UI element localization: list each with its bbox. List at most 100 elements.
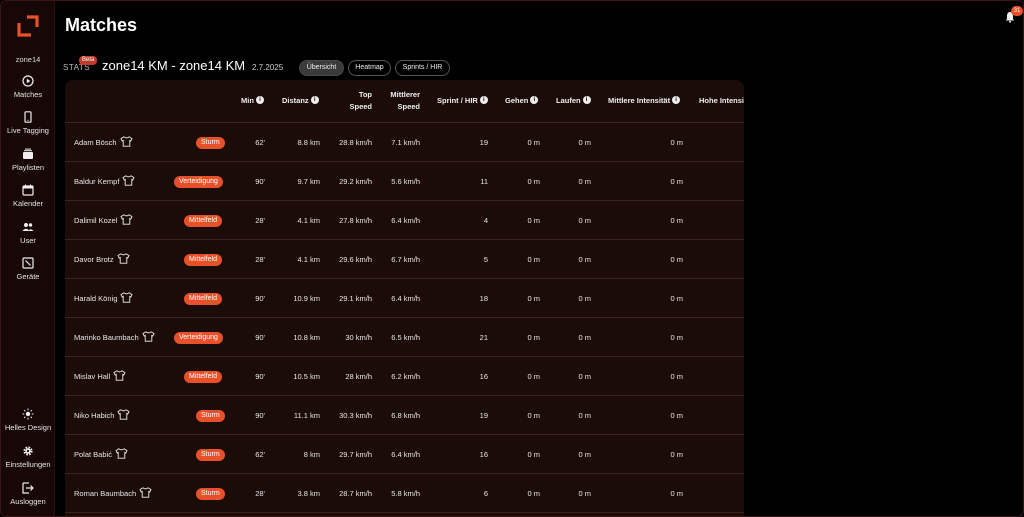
table-row[interactable]: Davor Brotz Mittelfeld 28' 4.1 km 29.6 km/h 6… (65, 240, 744, 279)
player-name[interactable]: Harald König (74, 279, 133, 318)
table-row[interactable]: Polat Babić Sturm 62' 8 km 29.7 km/h 6.4 km/h… (65, 435, 744, 474)
cell-gehen: 0 m (527, 489, 540, 498)
sidebar: zone14 Matches Live Tagging Playlisten K… (1, 1, 55, 516)
cell-distanz: 8 km (303, 450, 320, 459)
info-icon[interactable]: i (255, 96, 264, 104)
player-name-text: Davor Brotz (74, 255, 114, 264)
sidebar-item-ausloggen[interactable]: Ausloggen (1, 482, 55, 506)
column-header-gehen[interactable]: Gehen i (505, 95, 539, 107)
jersey-icon (139, 487, 152, 498)
match-title: zone14 KM - zone14 KM (102, 58, 246, 73)
table-row[interactable]: Harald König Mittelfeld 90' 10.9 km 29.1 km/… (65, 279, 744, 318)
table-row[interactable]: Baldur Kempf Verteidigung 90' 9.7 km 29.2 km… (65, 162, 744, 201)
sidebar-item-label: Playlisten (11, 163, 45, 172)
sidebar-item-geraete[interactable]: Geräte (1, 257, 55, 281)
player-name-text: Harald König (74, 294, 118, 303)
cell-mittlerer-speed: 6.4 km/h (391, 450, 420, 459)
player-name-text: Roman Baumbach (74, 489, 137, 498)
app-window: zone14 Matches Live Tagging Playlisten K… (0, 0, 1024, 517)
page-title: Matches (65, 15, 138, 35)
cell-top-speed: 28 km/h (345, 372, 372, 381)
cell-laufen: 0 m (578, 294, 591, 303)
player-name[interactable]: Marinko Baumbach (74, 318, 155, 357)
cell-distanz: 8.8 km (297, 138, 320, 147)
position-badge: Mittelfeld (184, 371, 223, 383)
tab-heatmap[interactable]: Heatmap (348, 60, 391, 76)
jersey-icon (119, 136, 133, 147)
sidebar-item-label: User (20, 236, 36, 245)
column-label-line2: Speed (349, 102, 372, 111)
column-header-min[interactable]: Min i (241, 95, 264, 107)
sidebar-item-playlisten[interactable]: Playlisten (1, 148, 55, 172)
cell-mittlere-intensitaet: 0 m (670, 138, 683, 147)
player-name[interactable]: Baldur Kempf (74, 162, 136, 201)
player-name[interactable]: Dalimil Kozel (74, 201, 133, 240)
cell-top-speed: 28.7 km/h (339, 489, 372, 498)
info-icon[interactable]: i (582, 96, 591, 104)
cell-distanz: 11.1 km (293, 411, 320, 420)
player-name[interactable]: Polat Babić (74, 435, 128, 474)
table-row[interactable]: Niko Habich Sturm 90' 11.1 km 30.3 km/h 6.8 k… (65, 396, 744, 435)
player-name-text: Mislav Hall (74, 372, 111, 381)
cell-top-speed: 28.8 km/h (339, 138, 372, 147)
jersey-icon (120, 292, 133, 303)
sidebar-item-kalender[interactable]: Kalender (1, 184, 55, 208)
info-icon[interactable]: i (310, 96, 319, 104)
column-label-line2: Speed (397, 102, 420, 111)
table-row[interactable]: Mislav Hall Mittelfeld 90' 10.5 km 28 km/h 6.… (65, 357, 744, 396)
cell-min: 90' (255, 294, 265, 303)
position-badge: Verteidigung (174, 332, 223, 344)
table-row[interactable]: Roman Baumbach Sturm 28' 3.8 km 28.7 km/h 5.8… (65, 474, 744, 513)
column-header-hohe-intensitaet[interactable]: Hohe Intensi (699, 95, 744, 107)
sidebar-item-matches[interactable]: Matches (1, 75, 55, 99)
jersey-icon (122, 175, 136, 186)
column-header-sprint-hir[interactable]: Sprint / HIR i (437, 95, 488, 107)
table-row[interactable]: Adam Bösch Sturm 62' 8.8 km 28.8 km/h 7.1 km/… (65, 123, 744, 162)
cell-top-speed: 29.2 km/h (339, 177, 372, 186)
cell-distanz: 4.1 km (297, 255, 320, 264)
cell-gehen: 0 m (527, 372, 540, 381)
player-name[interactable]: Davor Brotz (74, 240, 130, 279)
sidebar-item-live-tagging[interactable]: Live Tagging (1, 111, 55, 135)
cell-gehen: 0 m (527, 450, 540, 459)
column-header-mittlere-intensitaet[interactable]: Mittlere Intensität i (608, 95, 681, 107)
info-icon[interactable]: i (479, 96, 488, 104)
table-row[interactable]: Dalimil Kozel Mittelfeld 28' 4.1 km 27.8 km/… (65, 201, 744, 240)
cell-gehen: 0 m (527, 333, 540, 342)
player-name[interactable]: Mislav Hall (74, 357, 126, 396)
cell-sprints: 18 (479, 294, 488, 303)
column-label: Min (241, 96, 254, 105)
info-icon[interactable]: i (672, 96, 681, 104)
player-name[interactable]: Roman Baumbach (74, 474, 152, 513)
player-name[interactable]: Niko Habich (74, 396, 131, 435)
column-header-laufen[interactable]: Laufen i (556, 95, 591, 107)
player-name[interactable]: Adam Bösch (74, 123, 133, 162)
info-icon[interactable]: i (530, 96, 539, 104)
zone14-logo[interactable] (17, 15, 39, 37)
position-badge: Sturm (196, 410, 225, 422)
cell-mittlerer-speed: 5.6 km/h (391, 177, 420, 186)
column-header-top-speed[interactable]: Top Speed (325, 89, 372, 113)
cell-min: 62' (255, 138, 265, 147)
sidebar-item-user[interactable]: User (1, 221, 55, 245)
cell-sprints: 4 (483, 216, 488, 225)
tab-uebersicht[interactable]: Übersicht (299, 60, 344, 76)
sidebar-item-helles-design[interactable]: Helles Design (1, 408, 55, 432)
table-row[interactable]: Marinko Baumbach Verteidigung 90' 10.8 km 30… (65, 318, 744, 357)
column-label: Sprint / HIR (437, 96, 478, 105)
column-header-mittlerer-speed[interactable]: Mittlerer Speed (375, 89, 420, 113)
cell-top-speed: 29.1 km/h (339, 294, 372, 303)
player-name-text: Polat Babić (74, 450, 112, 459)
sidebar-item-einstellungen[interactable]: Einstellungen (1, 445, 55, 469)
cell-min: 90' (255, 372, 265, 381)
sidebar-item-label: Matches (13, 90, 43, 99)
cell-top-speed: 30 km/h (345, 333, 372, 342)
cell-min: 28' (255, 216, 265, 225)
column-header-distanz[interactable]: Distanz i (282, 95, 319, 107)
play-circle-icon (22, 75, 34, 87)
cell-gehen: 0 m (527, 216, 540, 225)
cell-sprints: 11 (480, 177, 488, 186)
tab-sprints-hir[interactable]: Sprints / HIR (395, 60, 450, 76)
cell-sprints: 6 (483, 489, 488, 498)
cell-mittlere-intensitaet: 0 m (670, 372, 683, 381)
